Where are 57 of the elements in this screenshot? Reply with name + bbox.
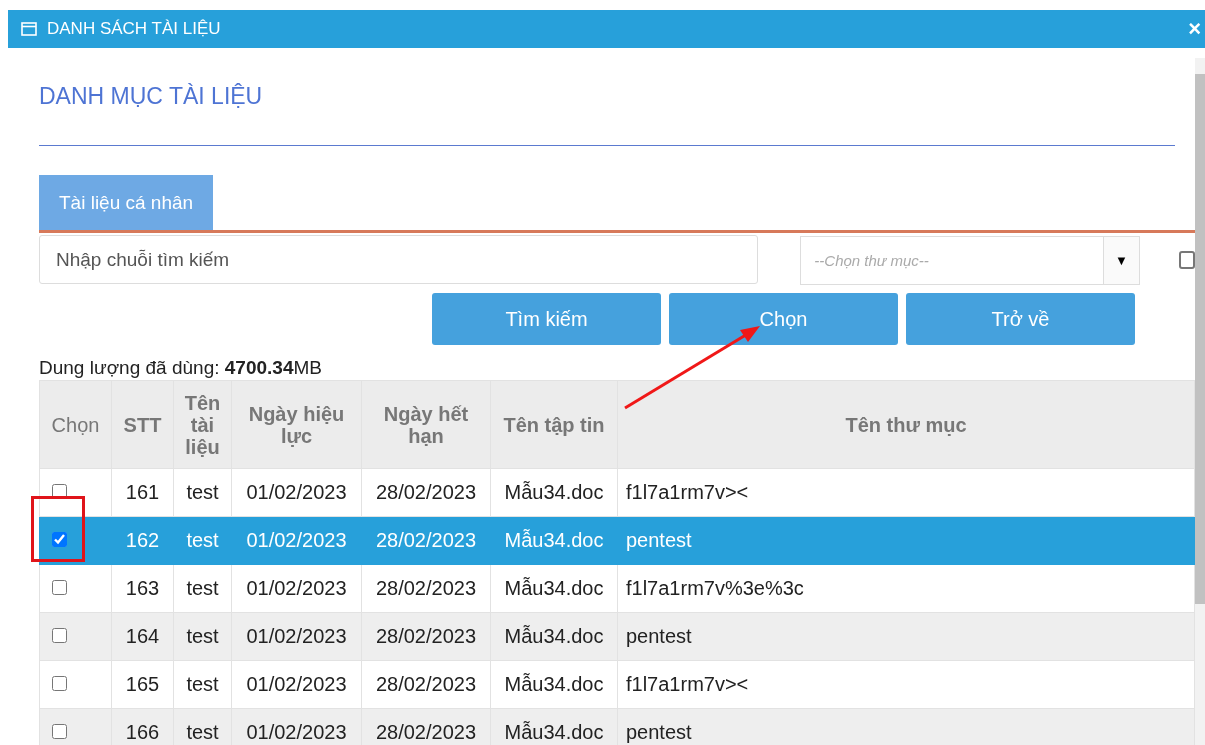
table-cell: 164 <box>125 625 160 647</box>
table-cell: 165 <box>125 673 160 695</box>
column-header: Ngày hiệu lực <box>231 380 362 469</box>
row-checkbox[interactable] <box>52 676 67 691</box>
table-cell: Mẫu34.doc <box>504 673 604 695</box>
table-cell: 163 <box>125 577 160 599</box>
table-cell: 28/02/2023 <box>375 529 477 551</box>
storage-usage-text: Dung lượng đã dùng: 4700.34MB <box>39 357 323 380</box>
table-cell: 28/02/2023 <box>375 673 477 695</box>
row-checkbox[interactable] <box>52 628 67 643</box>
table-cell: 28/02/2023 <box>375 721 477 743</box>
table-cell: 01/02/2023 <box>246 529 347 551</box>
column-header: Ngày hết hạn <box>361 380 491 469</box>
scrollbar[interactable] <box>1195 58 1205 745</box>
column-header: Tên tài liệu <box>173 380 232 469</box>
table-cell: pentest <box>626 721 692 743</box>
table-cell: 28/02/2023 <box>375 577 477 599</box>
table-cell: pentest <box>626 625 692 647</box>
window-title: DANH SÁCH TÀI LIỆU <box>47 19 221 39</box>
table-cell: 01/02/2023 <box>246 481 347 503</box>
row-checkbox[interactable] <box>52 484 67 499</box>
table-cell: 01/02/2023 <box>246 673 347 695</box>
table-cell: test <box>186 673 219 695</box>
column-header: Chọn <box>39 380 112 469</box>
table-cell: Mẫu34.doc <box>504 625 604 647</box>
row-checkbox[interactable] <box>52 724 67 739</box>
table-cell: 28/02/2023 <box>375 625 477 647</box>
table-cell: test <box>186 529 219 551</box>
column-header: STT <box>111 380 174 469</box>
table-cell: 01/02/2023 <box>246 721 347 743</box>
highlight-box <box>31 496 85 562</box>
table-cell: Mẫu34.doc <box>504 577 604 599</box>
row-checkbox[interactable] <box>52 532 67 547</box>
table-cell: f1l7a1rm7v%3e%3c <box>626 577 804 599</box>
search-field[interactable]: Nhập chuỗi tìm kiếm <box>39 235 759 284</box>
table-cell: 01/02/2023 <box>246 577 347 599</box>
table-cell: 166 <box>125 721 160 743</box>
table-cell: Mẫu34.doc <box>504 481 604 503</box>
table-cell: 01/02/2023 <box>246 625 347 647</box>
column-header: Tên thư mục <box>617 380 1195 469</box>
window-icon <box>21 22 37 36</box>
section-heading: DANH MỤC TÀI LIỆU <box>39 83 264 109</box>
table-cell: test <box>186 481 219 503</box>
folder-select[interactable]: --Chọn thư mục-- ▼ <box>800 236 1140 285</box>
table-cell: test <box>186 625 219 647</box>
table-cell: 28/02/2023 <box>375 481 477 503</box>
table-cell: 161 <box>125 481 160 503</box>
table-cell: 162 <box>125 529 160 551</box>
table-cell: Mẫu34.doc <box>504 721 604 743</box>
table-cell: test <box>186 577 219 599</box>
table-cell: f1l7a1rm7v>< <box>626 673 749 695</box>
table-cell: Mẫu34.doc <box>504 529 604 551</box>
table-cell: pentest <box>626 529 692 551</box>
row-checkbox[interactable] <box>52 580 67 595</box>
table-cell: test <box>186 721 219 743</box>
table-cell: f1l7a1rm7v>< <box>626 481 749 503</box>
column-header: Tên tập tin <box>490 380 618 469</box>
